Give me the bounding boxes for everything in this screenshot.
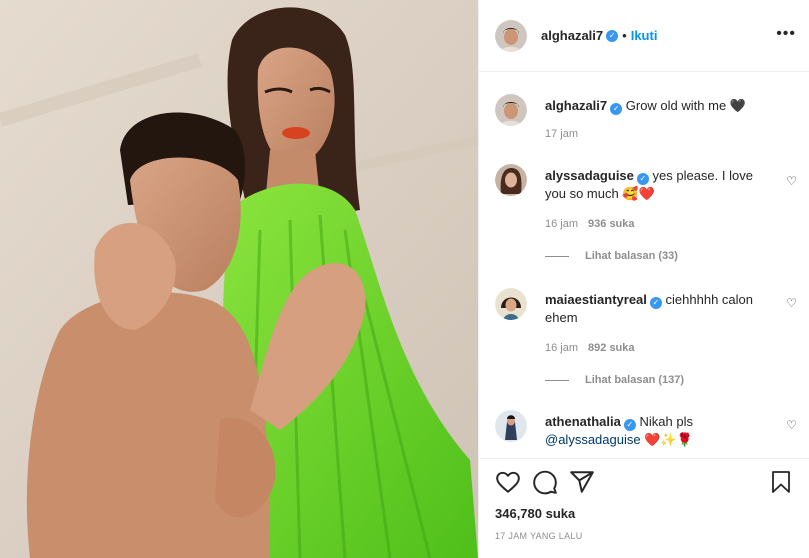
like-comment-heart-icon[interactable]: ♡: [786, 418, 797, 432]
verified-badge-icon: ✓: [636, 173, 649, 185]
like-comment-heart-icon[interactable]: ♡: [786, 174, 797, 188]
comment-meta: 16 jam 892 suka: [545, 342, 635, 354]
instagram-post-view: alghazali7 ✓ • Ikuti ••• alghazali7 ✓ Gr…: [0, 0, 809, 558]
view-replies-button[interactable]: Lihat balasan (137): [545, 374, 684, 386]
author-avatar[interactable]: [495, 19, 527, 52]
replies-divider: [545, 379, 569, 381]
post-sidebar: alghazali7 ✓ • Ikuti ••• alghazali7 ✓ Gr…: [478, 0, 809, 558]
view-replies-label: Lihat balasan (33): [585, 250, 678, 262]
caption-time[interactable]: 17 jam: [545, 128, 578, 140]
avatar-image: [495, 19, 527, 52]
save-bookmark-icon[interactable]: [769, 469, 793, 495]
avatar-image: [495, 94, 527, 126]
avatar-image: [495, 410, 527, 442]
comment-avatar[interactable]: [495, 410, 527, 442]
comment-time[interactable]: 16 jam: [545, 342, 578, 354]
comment-username[interactable]: athenathalia: [545, 414, 621, 429]
comment-body: athenathalia ✓ Nikah pls @alyssadaguise ❤…: [545, 413, 767, 449]
separator-dot: •: [622, 28, 627, 43]
comment-likes[interactable]: 936 suka: [588, 218, 634, 230]
comment-meta: 16 jam 936 suka: [545, 218, 635, 230]
like-comment-heart-icon[interactable]: ♡: [786, 296, 797, 310]
avatar-image: [495, 288, 527, 320]
caption-username[interactable]: alghazali7: [545, 98, 607, 113]
comment-mention-link[interactable]: @alyssadaguise: [545, 432, 641, 447]
post-actions: 346,780 suka 17 JAM YANG LALU: [479, 458, 809, 558]
post-photo[interactable]: [0, 0, 478, 558]
comment-avatar[interactable]: [495, 164, 527, 196]
comment-avatar[interactable]: [495, 288, 527, 320]
comment-emoji: ❤️✨🌹: [644, 432, 693, 447]
caption-meta: 17 jam: [545, 128, 578, 140]
post-timestamp[interactable]: 17 JAM YANG LALU: [495, 531, 583, 541]
post-likes-count[interactable]: 346,780 suka: [495, 506, 575, 521]
post-photo-image: [0, 0, 478, 558]
comment-bubble-icon[interactable]: [532, 469, 558, 495]
caption-body: alghazali7 ✓ Grow old with me 🖤: [545, 97, 767, 115]
verified-badge-icon: ✓: [610, 103, 623, 115]
more-options-icon[interactable]: •••: [776, 26, 796, 42]
view-replies-button[interactable]: Lihat balasan (33): [545, 250, 678, 262]
author-username[interactable]: alghazali7: [541, 28, 603, 43]
comment-text: Nikah pls: [639, 414, 693, 429]
comment-likes[interactable]: 892 suka: [588, 342, 634, 354]
post-header: alghazali7 ✓ • Ikuti •••: [479, 0, 809, 72]
verified-badge-icon: ✓: [606, 29, 619, 42]
comment-body: alyssadaguise ✓ yes please. I love you so…: [545, 167, 767, 203]
verified-badge-icon: ✓: [623, 419, 636, 431]
comment-body: maiaestiantyreal ✓ ciehhhhh calon ehem: [545, 291, 767, 327]
view-replies-label: Lihat balasan (137): [585, 374, 685, 386]
comment-username[interactable]: alyssadaguise: [545, 168, 634, 183]
comment-username[interactable]: maiaestiantyreal: [545, 292, 647, 307]
verified-badge-icon: ✓: [649, 297, 662, 309]
follow-button[interactable]: Ikuti: [631, 28, 658, 43]
comments-list[interactable]: alghazali7 ✓ Grow old with me 🖤 17 jam a…: [479, 72, 809, 458]
share-send-icon[interactable]: [569, 469, 595, 495]
replies-divider: [545, 255, 569, 257]
like-heart-icon[interactable]: [495, 469, 521, 495]
comment-time[interactable]: 16 jam: [545, 218, 578, 230]
caption-text: Grow old with me 🖤: [625, 98, 746, 113]
avatar-image: [495, 164, 527, 196]
caption-avatar[interactable]: [495, 94, 527, 126]
